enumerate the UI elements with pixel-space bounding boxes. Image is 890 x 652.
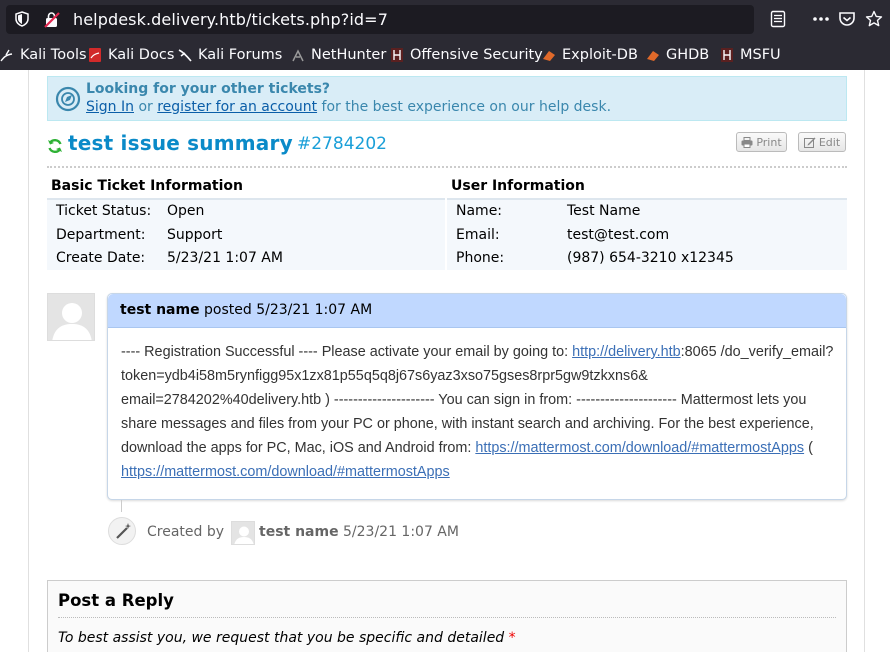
title-divider xyxy=(47,166,847,168)
author-avatar xyxy=(47,293,95,341)
bookmark-kali-docs[interactable]: Kali Docs xyxy=(88,45,174,65)
create-date-label: Create Date: xyxy=(56,250,146,266)
shield-icon[interactable] xyxy=(14,11,30,27)
department-value: Support xyxy=(167,227,223,243)
refresh-icon[interactable] xyxy=(47,138,63,154)
exploit-db-icon xyxy=(543,51,555,61)
user-name-value: Test Name xyxy=(567,203,641,219)
user-email-label: Email: xyxy=(456,227,500,243)
bookmark-label: Kali Tools xyxy=(20,47,87,63)
user-info-heading: User Information xyxy=(451,178,585,194)
basic-info-table: Ticket Status: Open Department: Support … xyxy=(47,198,445,270)
edit-button[interactable]: Edit xyxy=(798,132,846,152)
bookmark-label: Kali Forums xyxy=(198,47,283,63)
print-label: Print xyxy=(756,135,782,149)
bookmark-label: MSFU xyxy=(740,47,781,63)
sign-in-notice: Looking for your other tickets? Sign In … xyxy=(47,76,847,121)
bookmark-kali-tools[interactable]: Kali Tools xyxy=(0,45,87,65)
kali-forums-icon xyxy=(178,49,192,62)
nethunter-icon xyxy=(292,49,304,62)
thread-header: test name posted 5/23/21 1:07 AM xyxy=(108,294,846,328)
thread-message: test name posted 5/23/21 1:07 AM ---- Re… xyxy=(107,293,847,500)
user-email-value: test@test.com xyxy=(567,227,670,243)
event-icon-circle xyxy=(108,517,136,545)
post-reply-section: Post a Reply To best assist you, we requ… xyxy=(47,580,847,652)
user-phone-label: Phone: xyxy=(456,250,505,266)
pocket-icon[interactable] xyxy=(838,10,856,28)
bookmark-ghdb[interactable]: GHDB xyxy=(646,45,709,65)
page-actions-menu-icon[interactable] xyxy=(812,12,830,26)
bookmark-label: Kali Docs xyxy=(108,47,175,63)
thread-author: test name xyxy=(120,302,200,318)
post-reply-title: Post a Reply xyxy=(58,591,174,610)
notice-title: Looking for your other tickets? xyxy=(86,81,331,97)
delivery-link[interactable]: http://delivery.htb xyxy=(572,344,681,360)
user-name-label: Name: xyxy=(456,203,503,219)
reply-instruction-text: To best assist you, we request that you … xyxy=(58,630,505,646)
event-time: 5/23/21 1:07 AM xyxy=(343,524,459,540)
offensive-security-icon xyxy=(391,48,403,62)
event-author: test name xyxy=(259,524,339,540)
notice-or: or xyxy=(138,99,153,115)
bookmark-offensive-security[interactable]: Offensive Security xyxy=(390,45,543,65)
kali-dragon-icon xyxy=(0,49,13,62)
bookmark-nethunter[interactable]: NetHunter xyxy=(291,45,386,65)
department-label: Department: xyxy=(56,227,146,243)
bookmark-kali-forums[interactable]: Kali Forums xyxy=(178,45,282,65)
default-avatar-small-icon xyxy=(232,522,254,544)
url-bar[interactable]: helpdesk.delivery.htb/tickets.php?id=7 xyxy=(6,5,754,34)
created-by-text: Created by xyxy=(147,524,225,540)
thread-header-text: test name posted 5/23/21 1:07 AM xyxy=(120,302,372,318)
sign-in-link[interactable]: Sign In xyxy=(86,99,134,115)
thread-posted: posted 5/23/21 1:07 AM xyxy=(204,302,373,318)
bookmark-label: Exploit-DB xyxy=(562,47,638,63)
bookmark-label: NetHunter xyxy=(311,47,387,63)
mattermost-download-link-2[interactable]: https://mattermost.com/download/#matterm… xyxy=(121,464,450,480)
print-icon xyxy=(741,136,753,148)
bookmark-label: GHDB xyxy=(666,47,710,63)
print-button[interactable]: Print xyxy=(736,132,787,152)
thread-body: ---- Registration Successful ---- Please… xyxy=(121,340,837,484)
required-mark: * xyxy=(508,630,516,646)
magic-wand-icon xyxy=(116,523,131,539)
reply-instruction: To best assist you, we request that you … xyxy=(58,630,516,646)
ticket-status-label: Ticket Status: xyxy=(56,203,152,219)
notice-text: Sign In or register for an account for t… xyxy=(86,99,611,115)
create-date-value: 5/23/21 1:07 AM xyxy=(167,250,283,266)
reply-divider xyxy=(58,617,836,618)
ghdb-icon xyxy=(647,51,659,61)
bookmark-msfu[interactable]: MSFU xyxy=(720,45,781,65)
mattermost-download-link[interactable]: https://mattermost.com/download/#matterm… xyxy=(475,440,804,456)
msfu-icon xyxy=(721,48,733,62)
edit-icon xyxy=(803,137,816,148)
thread-body-text-1: ---- Registration Successful ---- Please… xyxy=(121,344,573,360)
basic-info-heading: Basic Ticket Information xyxy=(51,178,243,194)
page-border-left xyxy=(28,70,29,652)
thread-body-text-3: ( xyxy=(804,440,813,456)
compass-icon xyxy=(55,86,81,112)
bookmark-star-icon[interactable] xyxy=(865,10,883,28)
user-phone-value: (987) 654-3210 x12345 xyxy=(567,250,734,266)
edit-label: Edit xyxy=(818,135,841,149)
reader-view-icon[interactable] xyxy=(770,10,786,28)
page-border-right xyxy=(864,70,865,652)
register-link[interactable]: register for an account xyxy=(157,99,317,115)
kali-docs-icon xyxy=(89,48,101,62)
event-avatar xyxy=(231,521,255,545)
user-info-table: Name: Test Name Email: test@test.com Pho… xyxy=(447,198,847,270)
default-avatar-icon xyxy=(48,294,94,340)
ticket-title: test issue summary xyxy=(68,131,293,155)
ticket-status-value: Open xyxy=(167,203,205,219)
url-text[interactable]: helpdesk.delivery.htb/tickets.php?id=7 xyxy=(73,10,388,29)
notice-tail: for the best experience on our help desk… xyxy=(321,99,612,115)
insecure-lock-icon[interactable] xyxy=(43,11,61,29)
bookmark-exploit-db[interactable]: Exploit-DB xyxy=(542,45,638,65)
ticket-page: Looking for your other tickets? Sign In … xyxy=(0,70,890,652)
bookmarks-bar: Kali Tools Kali Docs Kali Forums NetHunt… xyxy=(0,39,890,70)
timeline-connector xyxy=(121,500,122,512)
browser-toolbar: helpdesk.delivery.htb/tickets.php?id=7 xyxy=(0,0,890,39)
ticket-number: #2784202 xyxy=(297,134,387,154)
bookmark-label: Offensive Security xyxy=(410,47,543,63)
